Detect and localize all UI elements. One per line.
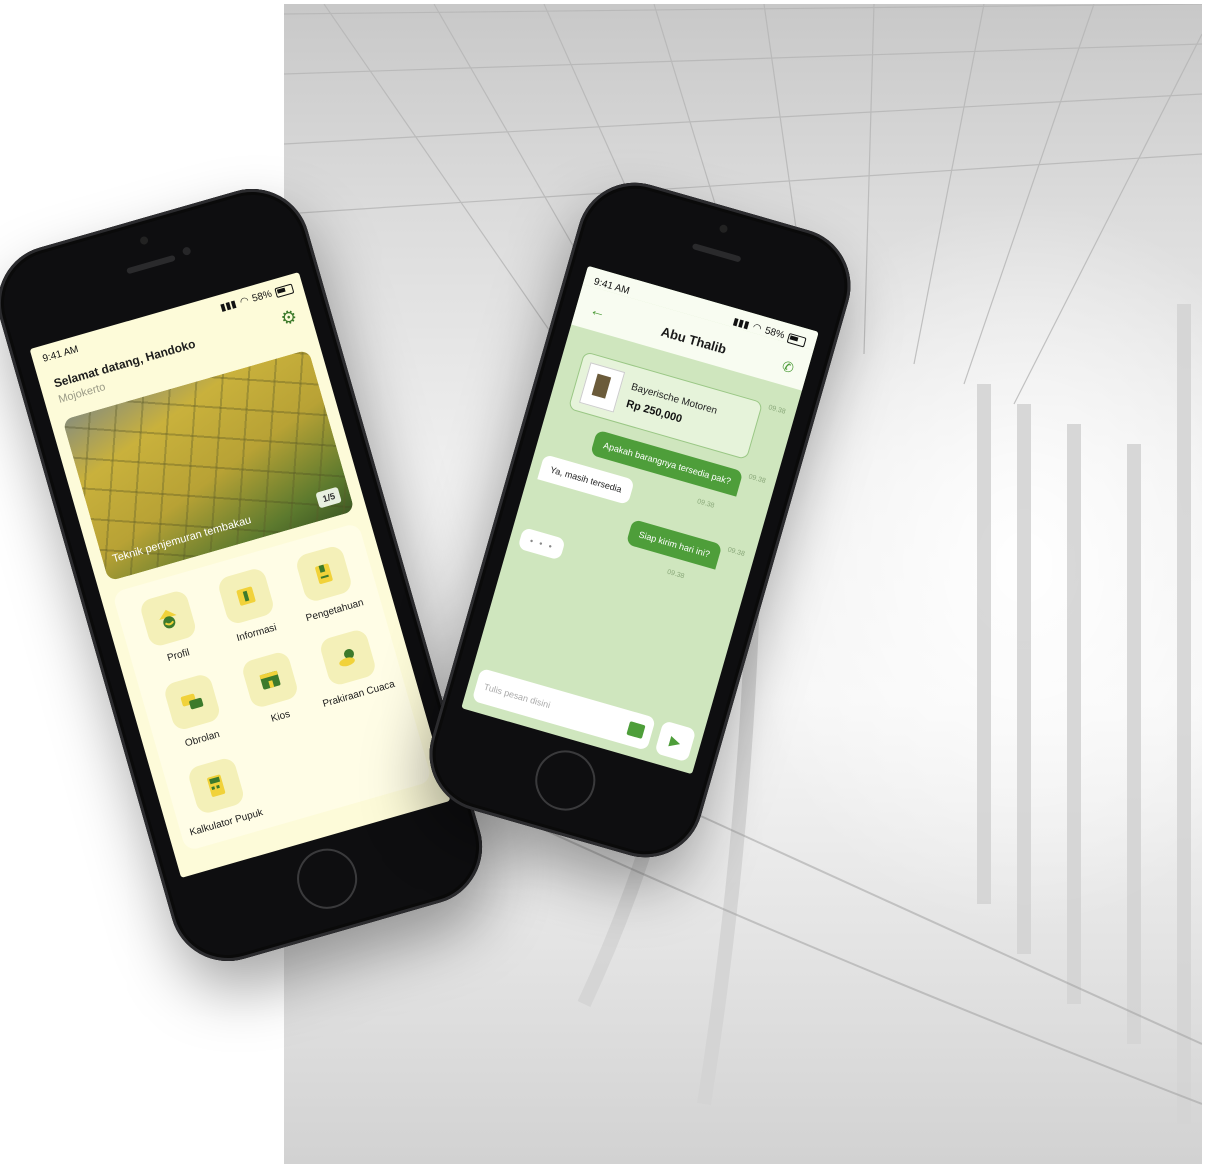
menu-label: Obrolan xyxy=(183,729,222,750)
sensor xyxy=(181,246,192,257)
info-icon xyxy=(216,566,276,626)
message-time: 09.38 xyxy=(747,473,767,485)
menu-item-prakiraan-cuaca[interactable]: Prakiraan Cuaca xyxy=(303,623,400,712)
chat-icon xyxy=(162,672,222,732)
wifi-icon: ◠ xyxy=(751,321,763,335)
front-camera xyxy=(718,223,729,234)
message-time: 09.38 xyxy=(726,546,746,559)
earpiece xyxy=(126,254,176,275)
menu-label: Profil xyxy=(166,647,191,665)
menu-label: Kios xyxy=(269,708,292,725)
message-composer: Tulis pesan disini ▶ xyxy=(471,667,697,763)
banner-pager: 1/5 xyxy=(315,486,342,509)
weather-icon xyxy=(318,627,378,688)
contact-name: Abu Thalib xyxy=(659,323,729,357)
back-arrow-icon[interactable]: ← xyxy=(587,301,608,323)
message-time: 09.38 xyxy=(767,404,787,416)
home-button[interactable] xyxy=(289,841,365,916)
typing-dots: • • • xyxy=(517,527,567,561)
menu-item-pengetahuan[interactable]: Pengetahuan xyxy=(279,539,376,628)
product-thumbnail xyxy=(578,362,626,413)
message-input[interactable]: Tulis pesan disini xyxy=(471,667,657,751)
message-time: 09.38 xyxy=(696,498,715,510)
send-icon: ▶ xyxy=(668,731,683,751)
calculator-icon xyxy=(186,756,246,816)
menu-label: Informasi xyxy=(235,622,278,645)
image-attach-icon[interactable] xyxy=(626,721,646,739)
message-time: 09.38 xyxy=(666,568,686,581)
menu-label: Kalkulator Pupuk xyxy=(188,807,265,839)
store-icon xyxy=(240,650,300,710)
menu-item-kalkulator-pupuk[interactable]: Kalkulator Pupuk xyxy=(170,752,267,841)
front-camera xyxy=(139,235,150,246)
feature-menu: Profil Informasi Pengetahuan Obrolan Kio… xyxy=(111,522,433,852)
earpiece xyxy=(691,242,742,263)
phone-call-icon[interactable]: ✆ xyxy=(780,357,796,377)
book-icon xyxy=(294,544,354,604)
home-button[interactable] xyxy=(528,743,603,818)
user-helmet-icon xyxy=(138,588,198,649)
send-button[interactable]: ▶ xyxy=(654,720,697,763)
message-placeholder: Tulis pesan disini xyxy=(482,681,552,711)
